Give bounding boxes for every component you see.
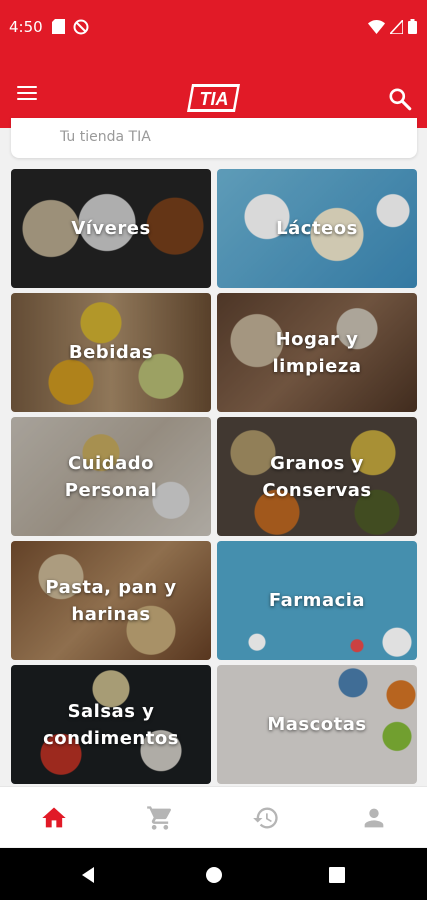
category-label: Salsas y condimentos (43, 700, 179, 749)
recents-icon[interactable] (326, 864, 348, 886)
category-label: Bebidas (68, 342, 154, 363)
category-label: Granos y Conservas (262, 452, 372, 501)
category-bebidas[interactable]: Bebidas (11, 293, 211, 412)
category-label: Hogar y limpieza (272, 328, 362, 377)
category-label: Mascotas (267, 714, 367, 735)
category-lacteos[interactable]: Lácteos (217, 169, 417, 288)
category-label: Cuidado Personal (64, 452, 158, 501)
category-granos-conservas[interactable]: Granos y Conservas (217, 417, 417, 536)
category-label: Lácteos (276, 218, 358, 239)
sd-card-icon (52, 19, 65, 34)
category-pasta-pan-harinas[interactable]: Pasta, pan y harinas (11, 541, 211, 660)
search-icon[interactable] (387, 86, 413, 112)
category-farmacia[interactable]: Farmacia (217, 541, 417, 660)
battery-icon (408, 19, 417, 34)
system-nav-bar (0, 848, 427, 900)
menu-button[interactable] (17, 82, 45, 104)
no-sync-icon (73, 19, 89, 35)
status-bar: 4:50 (0, 0, 427, 56)
svg-text:TIA: TIA (200, 89, 229, 109)
category-cuidado-personal[interactable]: Cuidado Personal (11, 417, 211, 536)
store-name: Tu tienda TIA (60, 129, 151, 145)
category-salsas-condimentos[interactable]: Salsas y condimentos (11, 665, 211, 784)
back-icon[interactable] (78, 864, 100, 886)
category-label: Farmacia (268, 590, 366, 611)
category-mascotas[interactable]: Mascotas (217, 665, 417, 784)
category-label: Pasta, pan y harinas (45, 576, 177, 625)
cart-icon[interactable] (146, 804, 174, 832)
category-label: Víveres (71, 218, 151, 239)
store-selector[interactable]: Tu tienda TIA (11, 118, 417, 158)
status-left-icons (52, 19, 89, 35)
signal-icon (390, 19, 403, 34)
category-viveres[interactable]: Víveres (11, 169, 211, 288)
wifi-icon (368, 19, 385, 34)
status-time: 4:50 (9, 18, 43, 36)
status-right-icons (368, 19, 417, 34)
profile-icon[interactable] (360, 804, 388, 832)
bottom-nav (0, 786, 427, 847)
home-circle-icon[interactable] (203, 864, 225, 886)
history-icon[interactable] (252, 804, 280, 832)
menu-icon (17, 85, 37, 88)
tia-logo: TIA (187, 84, 240, 112)
category-hogar-limpieza[interactable]: Hogar y limpieza (217, 293, 417, 412)
home-icon[interactable] (40, 804, 68, 832)
